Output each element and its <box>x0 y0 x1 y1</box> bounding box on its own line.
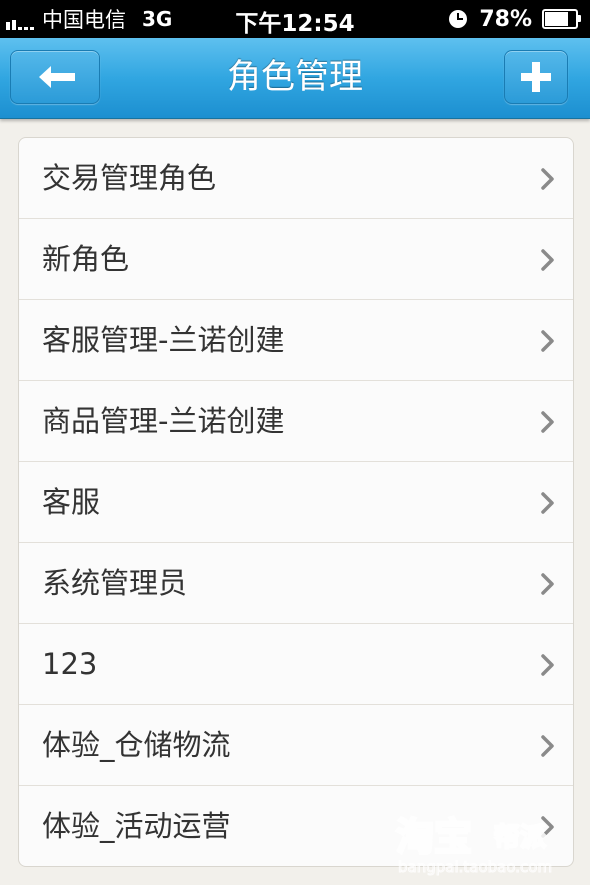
role-label: 交易管理角色 <box>42 161 217 195</box>
role-label: 商品管理-兰诺创建 <box>42 404 285 438</box>
role-label: 客服 <box>42 485 101 519</box>
list-item[interactable]: 商品管理-兰诺创建 <box>19 381 573 462</box>
alarm-clock-icon <box>449 10 468 28</box>
plus-icon <box>521 62 551 92</box>
arrow-left-icon <box>39 66 75 88</box>
battery-icon <box>542 9 581 29</box>
role-label: 新角色 <box>42 242 130 276</box>
chevron-right-icon <box>541 654 554 676</box>
navigation-bar: 角色管理 <box>0 38 590 119</box>
status-bar: 中国电信 3G 下午12:54 78% <box>0 0 590 38</box>
watermark-logo: 淘宝 帮派 bangpai.taobao.com <box>395 814 553 877</box>
add-role-button[interactable] <box>504 50 568 104</box>
back-button[interactable] <box>10 50 100 104</box>
role-label: 体验_活动运营 <box>42 809 231 843</box>
role-label: 系统管理员 <box>42 566 188 600</box>
list-item[interactable]: 系统管理员 <box>19 543 573 624</box>
chevron-right-icon <box>541 249 554 271</box>
list-item[interactable]: 客服管理-兰诺创建 <box>19 300 573 381</box>
chevron-right-icon <box>541 492 554 514</box>
battery-percentage: 78% <box>479 6 532 32</box>
chevron-right-icon <box>541 735 554 757</box>
svg-text:bangpai.taobao.com: bangpai.taobao.com <box>398 858 552 876</box>
chevron-right-icon <box>541 411 554 433</box>
list-item[interactable]: 新角色 <box>19 219 573 300</box>
status-right: 78% <box>449 5 581 33</box>
list-item[interactable]: 123 <box>19 624 573 705</box>
chevron-right-icon <box>541 573 554 595</box>
list-item[interactable]: 体验_仓储物流 <box>19 705 573 786</box>
list-item[interactable]: 交易管理角色 <box>19 138 573 219</box>
role-label: 体验_仓储物流 <box>42 728 231 762</box>
role-label: 客服管理-兰诺创建 <box>42 323 285 357</box>
list-item[interactable]: 客服 <box>19 462 573 543</box>
svg-text:帮派: 帮派 <box>494 823 546 853</box>
role-label: 123 <box>42 647 98 681</box>
battery-fill <box>545 12 569 26</box>
role-list: 交易管理角色 新角色客服管理-兰诺创建 商品管理-兰诺创建 客服系统管理员 123 体验_… <box>18 137 574 867</box>
svg-text:淘宝: 淘宝 <box>396 815 472 859</box>
chevron-right-icon <box>541 168 554 190</box>
chevron-right-icon <box>541 330 554 352</box>
